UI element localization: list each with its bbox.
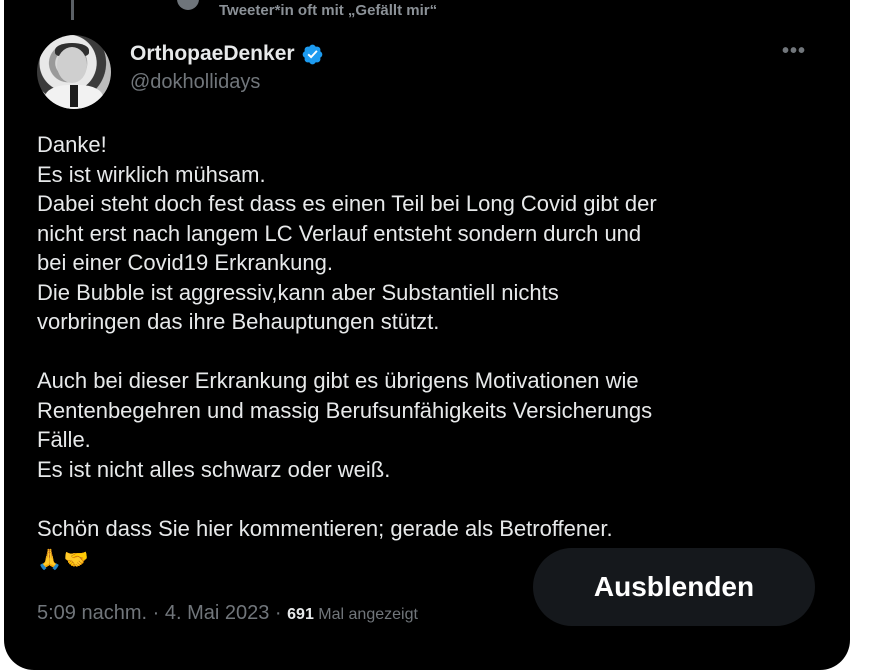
tweet-text: Danke! Es ist wirklich mühsam. Dabei ste… [37, 130, 827, 574]
tweet-card: Tweeter*in oft mit „Gefällt mir“ Orthopa… [4, 0, 850, 670]
meta-separator: · [269, 602, 288, 624]
tweet-line: Danke! [37, 132, 107, 157]
emoji-row: 🙏 🤝 [37, 546, 89, 574]
avatar[interactable] [37, 35, 111, 109]
author-name[interactable]: OrthopaeDenker [130, 42, 295, 66]
tweet-line: nicht erst nach langem LC Verlauf entste… [37, 220, 642, 246]
tweet-line: Auch bei dieser Erkrankung gibt es übrig… [37, 368, 639, 393]
tweet-line: vorbringen das ihre Behauptungen stützt. [37, 309, 440, 334]
more-options-icon[interactable]: ••• [782, 40, 806, 63]
tweet-line: Schön dass Sie hier kommentieren; gerade… [37, 515, 613, 541]
tweet-line: Fälle. [37, 427, 91, 452]
author-name-row: OrthopaeDenker [130, 42, 324, 66]
handshake-icon: 🤝 [63, 549, 89, 571]
tweet-time[interactable]: 5:09 nachm. [37, 602, 147, 624]
author-handle[interactable]: @dokhollidays [130, 71, 260, 94]
hide-button[interactable]: Ausblenden [533, 548, 815, 626]
view-count: 691 [287, 606, 314, 623]
folded-hands-icon: 🙏 [37, 549, 62, 571]
tweet-date[interactable]: 4. Mai 2023 [165, 602, 270, 624]
thread-connector-line [71, 0, 74, 20]
tweet-line: Dabei steht doch fest dass es einen Teil… [37, 191, 657, 216]
verified-badge-icon [302, 44, 322, 64]
tweet-line: Rentenbegehren und massig Berufsunfähigk… [37, 397, 653, 423]
view-count-label: Mal angezeigt [313, 606, 418, 623]
tweet-line: Es ist wirklich mühsam. [37, 161, 266, 187]
tweet-line: Die Bubble ist aggressiv,kann aber Subst… [37, 279, 559, 305]
tweet-meta: 5:09 nachm. · 4. Mai 2023 · 691 Mal ange… [37, 602, 418, 625]
tweet-line: bei einer Covid19 Erkrankung. [37, 250, 333, 275]
heart-icon [177, 0, 199, 10]
tweet-line: Es ist nicht alles schwarz oder weiß. [37, 456, 391, 482]
social-context-label: Tweeter*in oft mit „Gefällt mir“ [219, 2, 438, 19]
meta-separator: · [147, 602, 165, 624]
